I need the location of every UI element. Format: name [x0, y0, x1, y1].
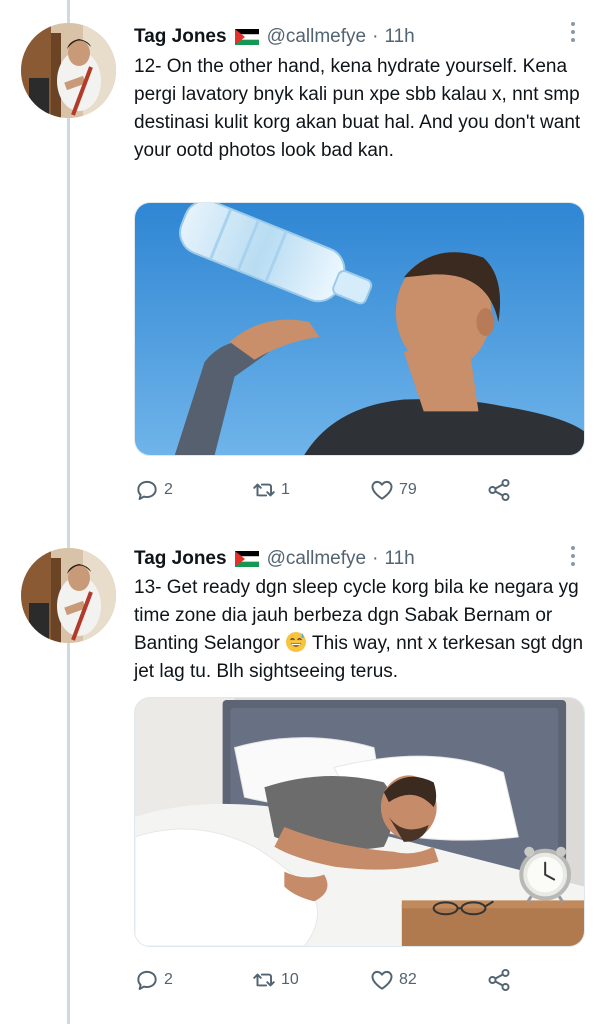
like-button[interactable]: 82 [369, 965, 417, 995]
heart-icon [371, 970, 393, 990]
palestine-flag-icon [234, 551, 259, 567]
author-handle[interactable]: @callmefye [267, 26, 367, 48]
share-button[interactable] [486, 475, 512, 505]
timestamp[interactable]: 11h [384, 548, 414, 570]
tweet-text: 12- On the other hand, kena hydrate your… [134, 53, 586, 165]
timestamp[interactable]: 11h [384, 26, 414, 48]
grinning-sweat-emoji [285, 631, 307, 653]
tweet-actions: 2 1 79 [134, 475, 585, 505]
palestine-flag-icon [234, 29, 259, 45]
share-button[interactable] [486, 965, 512, 995]
tweet-header: Tag Jones @callmefye · 11h [134, 24, 415, 50]
reply-icon [137, 480, 157, 500]
tweet-text-body: 12- On the other hand, kena hydrate your… [134, 56, 581, 161]
tweet[interactable]: Tag Jones @callmefye · 11h 13- Get ready… [0, 530, 605, 1024]
retweet-button[interactable]: 10 [251, 965, 299, 995]
avatar[interactable] [21, 23, 116, 118]
reply-count: 2 [164, 481, 173, 498]
like-count: 82 [399, 971, 417, 988]
more-vertical-icon[interactable] [570, 546, 576, 566]
tweet[interactable]: Tag Jones @callmefye · 11h 12- On the ot… [0, 0, 605, 530]
avatar[interactable] [21, 548, 116, 643]
heart-icon [371, 480, 393, 500]
retweet-button[interactable]: 1 [251, 475, 290, 505]
tweet-image[interactable] [134, 202, 585, 456]
like-count: 79 [399, 481, 417, 498]
share-icon [488, 968, 510, 992]
reply-button[interactable]: 2 [134, 475, 173, 505]
separator-dot: · [372, 548, 379, 569]
retweet-count: 10 [281, 971, 299, 988]
reply-count: 2 [164, 971, 173, 988]
author-name[interactable]: Tag Jones [134, 548, 227, 570]
retweet-icon [253, 973, 275, 987]
like-button[interactable]: 79 [369, 475, 417, 505]
tweet-actions: 2 10 82 [134, 965, 585, 995]
tweet-text: 13- Get ready dgn sleep cycle korg bila … [134, 574, 586, 686]
share-icon [488, 478, 510, 502]
retweet-icon [253, 483, 275, 497]
tweet-header: Tag Jones @callmefye · 11h [134, 546, 415, 572]
author-handle[interactable]: @callmefye [267, 548, 367, 570]
retweet-count: 1 [281, 481, 290, 498]
reply-button[interactable]: 2 [134, 965, 173, 995]
reply-icon [137, 970, 157, 990]
more-vertical-icon[interactable] [570, 22, 576, 42]
author-name[interactable]: Tag Jones [134, 26, 227, 48]
tweet-image[interactable] [134, 697, 585, 947]
separator-dot: · [372, 26, 379, 47]
